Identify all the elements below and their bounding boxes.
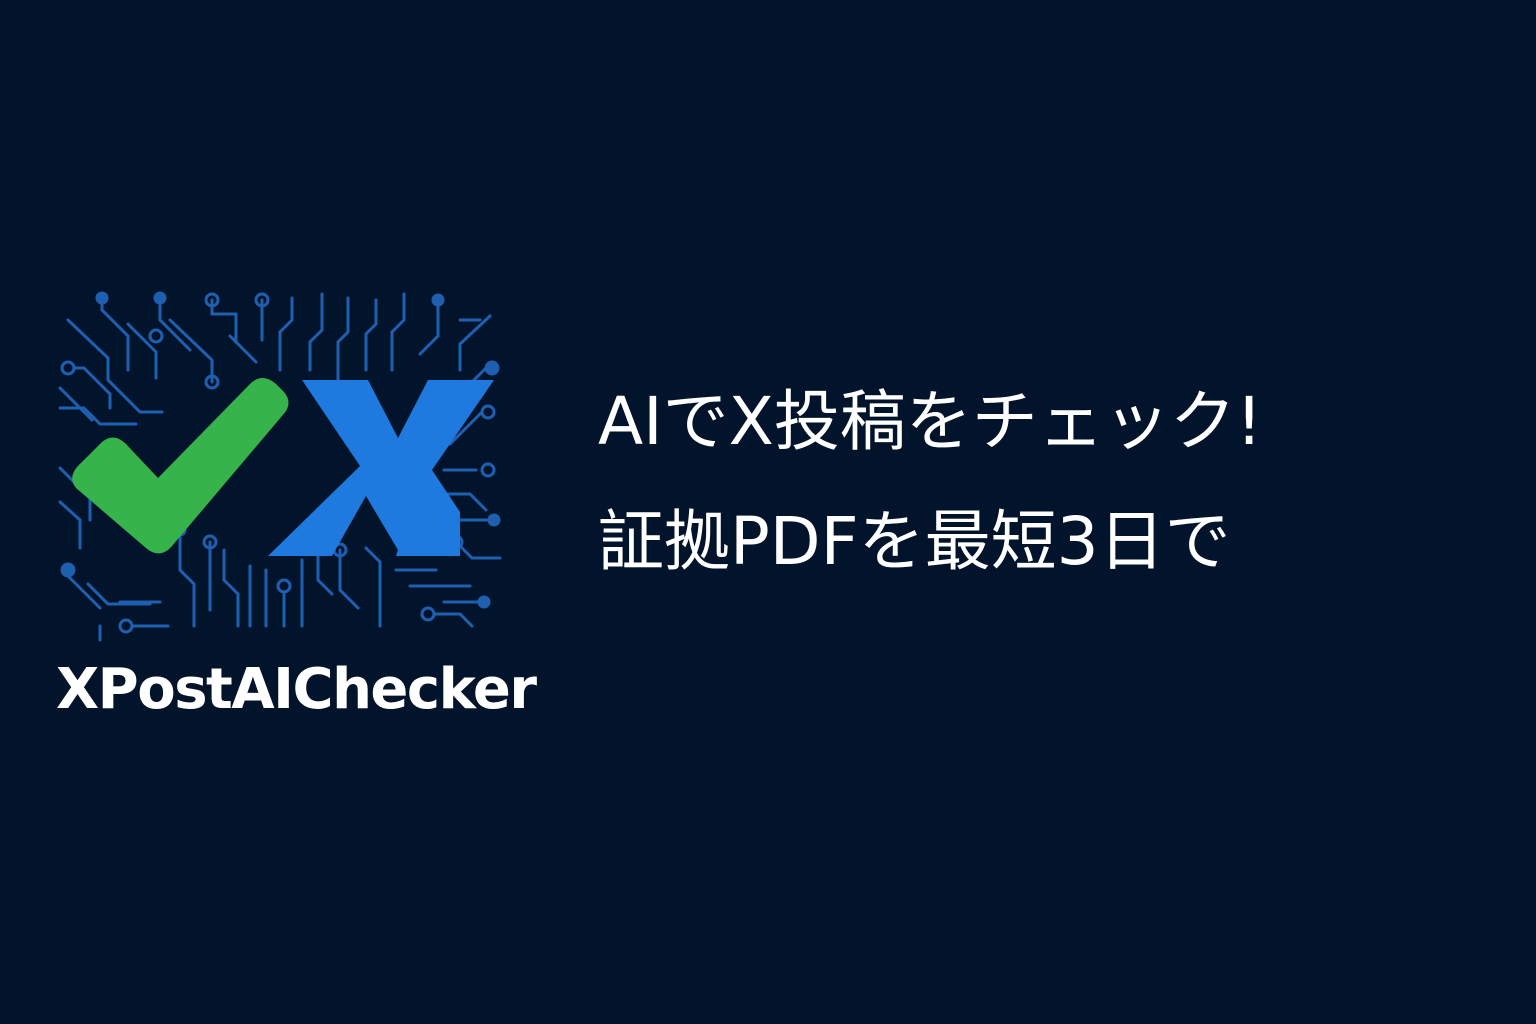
tagline-line-2: 証拠PDFを最短3日で [598, 503, 1231, 580]
brand-name: XPostAIChecker [56, 657, 537, 722]
x-letter-icon [268, 380, 494, 556]
check-mark-icon [72, 378, 289, 554]
tagline: AIでX投稿をチェック! 証拠PDFを最短3日で [598, 362, 1498, 602]
banner: XPostAIChecker AIでX投稿をチェック! 証拠PDFを最短3日で [0, 0, 1536, 1024]
tagline-line-1: AIでX投稿をチェック! [598, 383, 1263, 460]
logo [58, 291, 502, 642]
